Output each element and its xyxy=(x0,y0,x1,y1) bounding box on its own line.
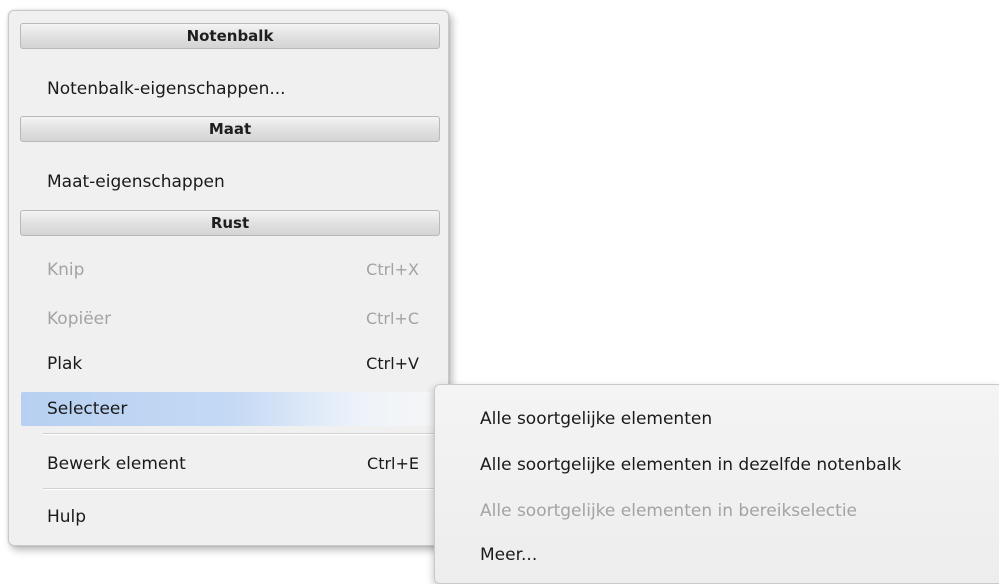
menu-item-bewerk-element[interactable]: Bewerk element Ctrl+E xyxy=(9,444,448,484)
menu-item-label: Plak xyxy=(47,354,83,374)
menu-item-label: Notenbalk-eigenschappen... xyxy=(47,79,286,99)
menu-item-label: Bewerk element xyxy=(47,454,186,474)
menu-item-hulp[interactable]: Hulp xyxy=(9,497,448,537)
menu-item-label: Kopiëer xyxy=(47,309,112,329)
shortcut-label: Ctrl+V xyxy=(366,354,419,373)
shortcut-label: Ctrl+C xyxy=(365,309,419,328)
shortcut-label: Ctrl+E xyxy=(367,454,419,473)
menu-item-label: Knip xyxy=(47,260,85,280)
section-header-rust: Rust xyxy=(20,210,440,236)
menu-separator xyxy=(43,488,441,490)
menu-item-maat-eigenschappen[interactable]: Maat-eigenschappen xyxy=(9,162,448,202)
section-header-notenbalk: Notenbalk xyxy=(20,23,440,49)
menu-item-label: Hulp xyxy=(47,507,87,527)
menu-item-notenbalk-eigenschappen[interactable]: Notenbalk-eigenschappen... xyxy=(9,69,448,109)
context-menu: Notenbalk Notenbalk-eigenschappen... Maa… xyxy=(8,10,449,546)
menu-item-plak[interactable]: Plak Ctrl+V xyxy=(9,344,448,384)
selecteer-submenu: Alle soortgelijke elementen Alle soortge… xyxy=(434,384,999,584)
menu-item-selecteer[interactable]: Selecteer > xyxy=(21,392,447,426)
submenu-item-alle-soortgelijke[interactable]: Alle soortgelijke elementen xyxy=(480,399,712,439)
menu-item-kopieer[interactable]: Kopiëer Ctrl+C xyxy=(9,299,448,339)
menu-separator xyxy=(43,433,441,435)
menu-item-label: Selecteer xyxy=(47,399,128,419)
submenu-item-zelfde-notenbalk[interactable]: Alle soortgelijke elementen in dezelfde … xyxy=(480,445,901,485)
shortcut-label: Ctrl+X xyxy=(366,260,419,279)
section-header-maat: Maat xyxy=(20,116,440,142)
menu-item-label: Maat-eigenschappen xyxy=(47,172,225,192)
menu-item-knip[interactable]: Knip Ctrl+X xyxy=(9,250,448,290)
submenu-item-bereikselectie[interactable]: Alle soortgelijke elementen in bereiksel… xyxy=(480,491,857,531)
submenu-item-meer[interactable]: Meer... xyxy=(480,535,537,575)
